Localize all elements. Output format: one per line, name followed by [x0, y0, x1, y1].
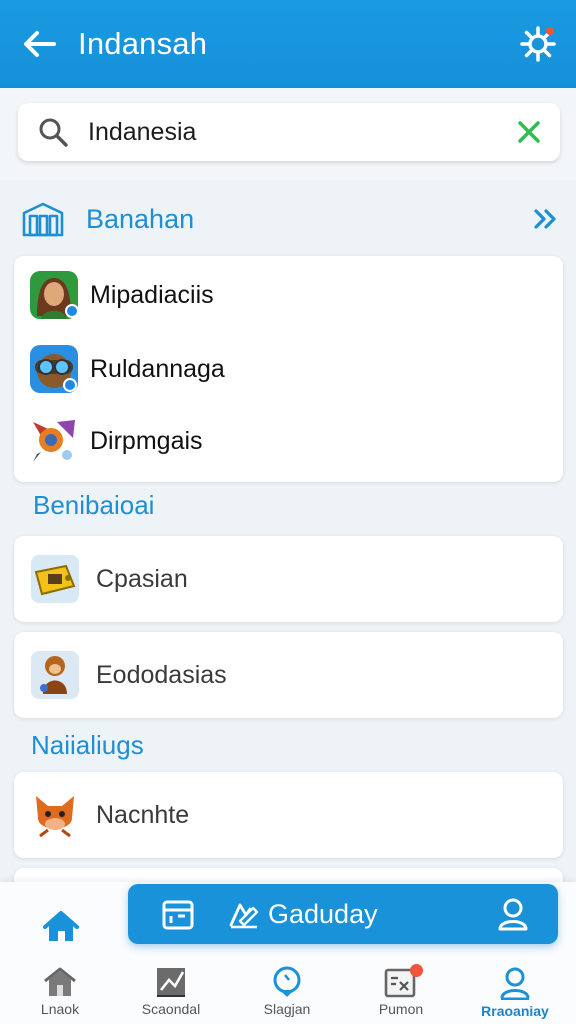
group-title: Benibaioai: [33, 490, 155, 520]
section-header: Banahan: [0, 186, 576, 252]
list-card[interactable]: Cpasian: [14, 536, 563, 622]
yellow-box-game-icon: [14, 554, 96, 604]
gaduday-label: Gaduday: [268, 898, 378, 929]
nav-item-lnaok[interactable]: Lnaok: [5, 966, 115, 1024]
goggles-character-icon: [14, 344, 90, 394]
notification-badge: [410, 964, 423, 977]
list-item-label: Nacnhte: [96, 800, 190, 829]
search-icon: [39, 118, 68, 147]
app-bar: Indansah: [0, 0, 576, 88]
nav-label: Scaondal: [141, 1001, 201, 1017]
chart-icon: [157, 968, 185, 997]
section-icon-wrap: [0, 201, 86, 237]
user-icon: [498, 898, 528, 931]
rocket-game-icon: [14, 416, 90, 466]
list-item-label: Eododasias: [96, 660, 227, 689]
location-pin-icon: [273, 966, 301, 997]
home-icon: [43, 911, 79, 941]
nav-item-slagjan[interactable]: Slagjan: [232, 966, 342, 1024]
page-title: Indansah: [78, 26, 208, 61]
gear-icon: [520, 26, 556, 62]
calendar-icon: [162, 900, 194, 930]
arrow-left-icon: [24, 31, 56, 57]
list-item-label: Ruldannaga: [90, 354, 225, 383]
nav-label: Rraoaniay: [481, 1003, 549, 1019]
list-item[interactable]: Mipadiaciis: [14, 260, 563, 330]
building-icon: [22, 202, 64, 237]
nav-item-pumon[interactable]: Pumon: [346, 964, 456, 1024]
list-card[interactable]: Eododasias: [14, 632, 563, 718]
list-card[interactable]: Nacnhte: [14, 772, 563, 858]
home-button[interactable]: [28, 894, 94, 960]
nav-label: Slagjan: [263, 1001, 311, 1017]
section-more-button[interactable]: [516, 208, 576, 230]
house-icon: [44, 967, 76, 996]
primary-action-bar: Gaduday: [128, 884, 558, 944]
back-button[interactable]: [0, 0, 78, 88]
woman-avatar-icon: [14, 270, 90, 320]
nav-label: Pumon: [378, 1001, 424, 1017]
list-item[interactable]: Dirpmgais: [14, 406, 563, 476]
monkey-character-icon: [14, 650, 96, 700]
nav-item-scaondal[interactable]: Scaondal: [116, 966, 226, 1024]
search-area: [0, 88, 576, 180]
section-list: Mipadiaciis Ruldannaga Dirpmgais: [14, 256, 563, 482]
double-chevron-right-icon: [534, 209, 556, 229]
nav-label: Lnaok: [40, 1001, 80, 1017]
gaduday-button[interactable]: Gaduday: [228, 899, 468, 930]
settings-button[interactable]: [500, 0, 576, 88]
orange-cat-icon: [14, 788, 96, 842]
list-item-label: Mipadiaciis: [90, 280, 214, 309]
close-icon: [518, 121, 540, 143]
search-bar[interactable]: [18, 103, 560, 161]
list-item-label: Dirpmgais: [90, 426, 203, 455]
section-title: Banahan: [86, 203, 195, 234]
nav-item-rraoaniay[interactable]: Rraoaniay: [460, 966, 570, 1024]
calendar-button[interactable]: [128, 897, 228, 931]
list-item-label: Cpasian: [96, 564, 188, 593]
search-input[interactable]: [88, 117, 498, 147]
clear-search-button[interactable]: [498, 120, 560, 144]
profile-button[interactable]: [468, 897, 558, 931]
group-title: Naiialiugs: [31, 730, 144, 760]
pencil-chart-icon: [229, 903, 259, 929]
list-item[interactable]: Ruldannaga: [14, 334, 563, 404]
search-icon-wrap: [18, 116, 88, 148]
profile-icon: [500, 967, 530, 1000]
